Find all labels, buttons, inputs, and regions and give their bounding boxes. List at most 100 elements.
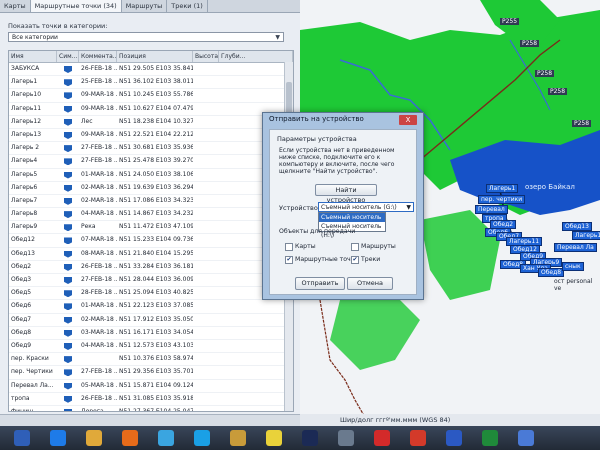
map-waypoint-label[interactable]: Лагерь13: [572, 231, 600, 240]
photoshop-icon[interactable]: [302, 430, 318, 446]
flag-icon: [64, 131, 72, 139]
table-row[interactable]: Финиш Дорога N51 27.367 E104 25.047: [9, 406, 293, 412]
device-option-g[interactable]: Съемный носитель (G:\): [319, 213, 385, 230]
close-button[interactable]: X: [399, 115, 417, 125]
road-label-3: P258: [535, 70, 555, 77]
column-header-depth[interactable]: Глуби...: [219, 51, 293, 62]
table-row[interactable]: Обед8 03-MAR-18 ...N51 16.171 E103 34.054: [9, 327, 293, 340]
chevron-down-icon[interactable]: ▼: [275, 33, 280, 43]
waypoint-name: Обед5: [11, 289, 32, 297]
word-icon[interactable]: [446, 430, 462, 446]
tab-tracks[interactable]: Треки (1): [167, 0, 208, 12]
waypoint-comment: 26-FEB-18 ...: [81, 262, 117, 270]
tab-routes[interactable]: Маршруты: [122, 0, 168, 12]
table-row[interactable]: Обед9 04-MAR-18 ...N51 12.573 E103 43.103: [9, 340, 293, 354]
file-explorer-icon[interactable]: [86, 430, 102, 446]
flag-icon: [64, 118, 72, 126]
table-row[interactable]: Обед2 26-FEB-18 ... N51 33.284 E103 36.181: [9, 261, 293, 274]
device-select[interactable]: Съемный носитель (G:\) ▼: [318, 202, 414, 212]
adobe-icon[interactable]: [374, 430, 390, 446]
map-waypoint-label[interactable]: Перевал Ла: [554, 243, 597, 252]
send-button[interactable]: Отправить: [295, 277, 345, 290]
table-row[interactable]: Обед5 28-FEB-18 ... N51 25.094 E103 40.825: [9, 287, 293, 301]
maps-checkbox[interactable]: [285, 243, 293, 251]
table-row[interactable]: Обед13 08-MAR-18 ...N51 21.840 E104 15.29…: [9, 248, 293, 261]
waypoint-altitude: [193, 155, 219, 167]
table-row[interactable]: Лагерь6 02-MAR-18 ...N51 19.639 E103 36.2…: [9, 182, 293, 195]
waypoint-symbol: [57, 393, 79, 405]
start-orb[interactable]: [14, 430, 30, 446]
flag-icon: [64, 158, 72, 166]
chevron-down-icon[interactable]: ▼: [406, 203, 411, 213]
waypoint-comment: 27-FEB-18 ...: [81, 276, 117, 283]
table-row[interactable]: Лагерь5 01-MAR-18 ...N51 24.050 E103 38.1…: [9, 169, 293, 182]
waypoint-name: Перевал Ла...: [11, 381, 54, 389]
waypoints-checkbox[interactable]: ✔: [285, 256, 293, 264]
map-waypoint-label[interactable]: Лагерь1: [486, 184, 519, 193]
table-row[interactable]: ЗАБУКСА 26-FEB-18 ... N51 29.505 E103 35.8…: [9, 63, 293, 77]
table-row[interactable]: Лагерь10 09-MAR-18 ...N51 10.245 E103 55.…: [9, 89, 293, 103]
waypoint-symbol: [57, 195, 79, 207]
internet-explorer-icon[interactable]: [50, 430, 66, 446]
basecamp-icon[interactable]: [518, 430, 534, 446]
column-header-comment[interactable]: Коммента...: [79, 51, 117, 62]
tab-maps[interactable]: Карты: [0, 0, 31, 12]
waypoint-symbol: [57, 208, 79, 220]
table-row[interactable]: Лагерь1 25-FEB-18 ... N51 36.102 E103 38.0…: [9, 76, 293, 90]
table-row[interactable]: Лагерь8 04-MAR-18 ...N51 14.867 E103 34.2…: [9, 208, 293, 222]
waypoint-altitude: [193, 76, 219, 88]
waypoint-position: N51 16.171 E103 34.054: [119, 328, 193, 336]
waypoint-comment: Дорога: [81, 407, 104, 412]
column-header-position[interactable]: Позиция: [117, 51, 193, 62]
sticky-notes-icon[interactable]: [266, 430, 282, 446]
column-header-name[interactable]: Имя: [9, 51, 57, 62]
waypoint-symbol: [57, 76, 79, 88]
table-row[interactable]: пер. Краски N51 10.376 E103 58.974: [9, 353, 293, 367]
table-row[interactable]: тропа 26-FEB-18 ... N51 31.085 E103 35.918: [9, 393, 293, 406]
media-player-icon[interactable]: [122, 430, 138, 446]
table-row[interactable]: Лагерь11 09-MAR-18 ...N51 10.627 E104 07.…: [9, 103, 293, 116]
table-row[interactable]: Лагерь4 27-FEB-18 ... N51 25.478 E103 39.2…: [9, 155, 293, 169]
category-select[interactable]: Все категории ▼: [8, 32, 284, 42]
waypoint-depth: [219, 314, 293, 326]
road-label-1: P255: [500, 18, 520, 25]
waypoint-altitude: [193, 340, 219, 352]
table-row[interactable]: пер. Чертики 27-FEB-18 ... N51 29.356 E103…: [9, 366, 293, 380]
table-row[interactable]: Обед7 02-MAR-18 ...N51 17.912 E103 35.050: [9, 314, 293, 327]
table-row[interactable]: Лагерь7 02-MAR-18 ...N51 17.086 E103 34.3…: [9, 195, 293, 209]
waypoint-position: N51 28.044 E103 36.009: [119, 276, 193, 283]
map-waypoint-label[interactable]: Обед8: [538, 268, 565, 277]
table-row[interactable]: Лагерь9 Река N51 11.472 E103 47.109: [9, 221, 293, 235]
map-waypoint-label[interactable]: пер. чертики: [478, 195, 526, 204]
map-waypoint-label[interactable]: снык: [562, 262, 584, 271]
waypoint-symbol: [57, 261, 79, 273]
routes-checkbox[interactable]: [351, 243, 359, 251]
table-row[interactable]: Обед3 27-FEB-18 ... N51 28.044 E103 36.009: [9, 274, 293, 288]
map-waypoint-label[interactable]: Перевал: [475, 205, 508, 214]
waypoint-altitude: [193, 327, 219, 339]
column-header-symbol[interactable]: Сим...: [57, 51, 79, 62]
table-row[interactable]: Перевал Ла... 05-MAR-18 ...N51 15.871 E10…: [9, 380, 293, 393]
table-row[interactable]: Обед6 01-MAR-18 ...N51 22.123 E103 37.085: [9, 300, 293, 314]
cancel-button[interactable]: Отмена: [347, 277, 393, 290]
table-row[interactable]: Обед12 07-MAR-18 ...N51 15.233 E104 09.73…: [9, 234, 293, 248]
waypoint-position: N51 30.681 E103 35.936: [119, 144, 193, 152]
table-row[interactable]: Лагерь13 09-MAR-18 ...N51 22.521 E104 22.…: [9, 129, 293, 143]
map-waypoint-label[interactable]: Обед13: [562, 222, 592, 231]
column-header-altitude[interactable]: Высота: [193, 51, 219, 62]
tab-waypoints[interactable]: Маршрутные точки (34): [30, 0, 122, 12]
waypoint-comment: [79, 353, 117, 365]
skype-icon[interactable]: [194, 430, 210, 446]
waypoint-name: Лагерь4: [11, 157, 38, 165]
waypoint-position: N51 18.238 E104 10.327: [119, 117, 193, 125]
folder-icon[interactable]: [230, 430, 246, 446]
chrome-icon[interactable]: [158, 430, 174, 446]
table-row[interactable]: Лагерь12 Лес N51 18.238 E104 10.327: [9, 116, 293, 129]
table-row[interactable]: Лагерь 2 27-FEB-18 ... N51 30.681 E103 35.…: [9, 142, 293, 156]
foxit-icon[interactable]: [410, 430, 426, 446]
waypoint-position: N51 22.123 E103 37.085: [119, 302, 193, 310]
find-device-button[interactable]: Найти устройство: [315, 184, 377, 204]
gps-icon[interactable]: [482, 430, 498, 446]
tracks-checkbox[interactable]: ✔: [351, 256, 359, 264]
tool-icon[interactable]: [338, 430, 354, 446]
